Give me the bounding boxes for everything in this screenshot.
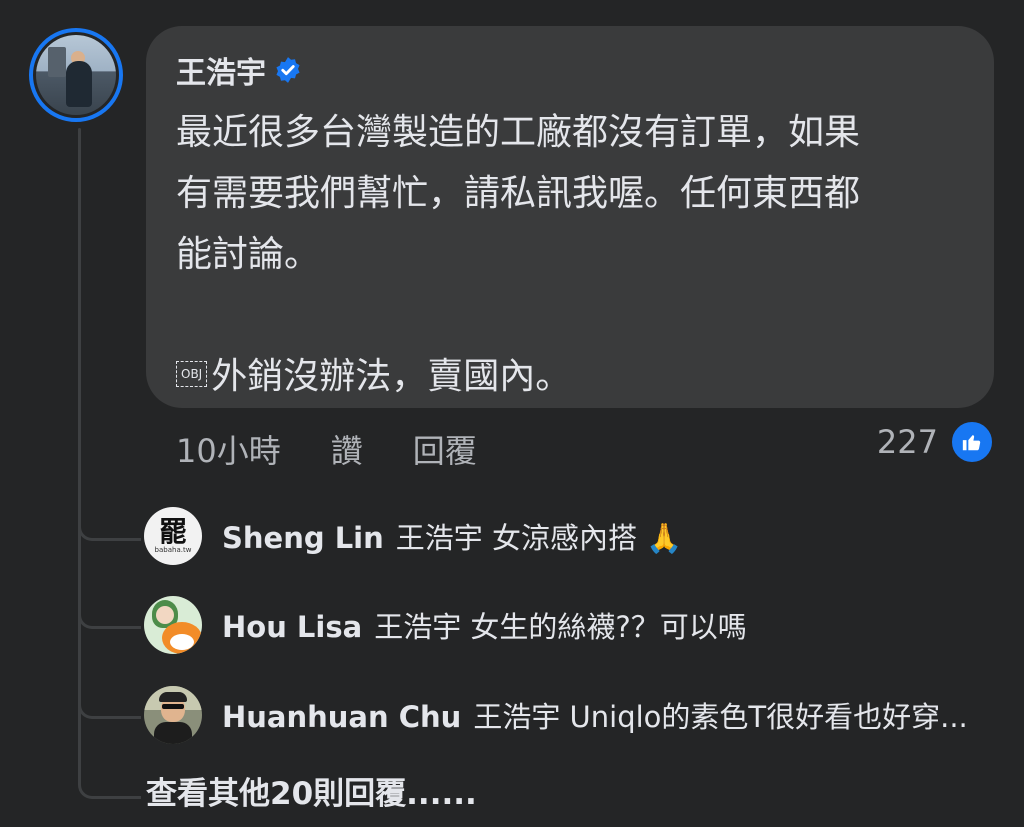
object-placeholder-icon: OBJ [176, 361, 208, 387]
reply-avatar[interactable] [144, 686, 202, 744]
reply-avatar-caption: babaha.tw [154, 546, 192, 554]
reply-item: Huanhuan Chu 王浩宇 Uniqlo的素色T很好看也好穿... [144, 686, 968, 744]
verified-badge-icon [274, 56, 302, 84]
reply-text: 王浩宇 女生的絲襪?？可以嗎 [374, 610, 747, 644]
comment-actions: 10小時 讚 回覆 [176, 426, 477, 472]
reply-avatar-logo: 罷 [158, 515, 187, 548]
reply-author[interactable]: Sheng Lin [222, 521, 384, 555]
comment-author[interactable]: 王浩宇 [176, 48, 266, 92]
thread-branch [78, 598, 141, 629]
thread-line [78, 128, 81, 778]
reply-author[interactable]: Huanhuan Chu [222, 700, 461, 734]
author-avatar[interactable] [29, 28, 123, 122]
reply-item: 罷 babaha.tw Sheng Lin 王浩宇 女涼感內搭 🙏 [144, 507, 682, 565]
author-avatar-photo [36, 35, 116, 115]
thread-branch [78, 688, 141, 719]
reply-item: Hou Lisa 王浩宇 女生的絲襪?？可以嗎 [144, 596, 747, 654]
comment-timestamp: 10小時 [176, 432, 281, 470]
reply-button[interactable]: 回覆 [413, 426, 477, 472]
thread-branch [78, 768, 141, 799]
view-more-replies-link[interactable]: 查看其他20則回覆...... [146, 768, 477, 813]
comment-bubble: 王浩宇 最近很多台灣製造的工廠都沒有訂單，如果 有需要我們幫忙，請私訊我喔。任何東… [146, 26, 994, 408]
reaction-summary[interactable]: 227 [877, 420, 994, 464]
reaction-count: 227 [876, 423, 938, 461]
reply-avatar[interactable] [144, 596, 202, 654]
reply-text: 王浩宇 女涼感內搭 🙏 [395, 521, 683, 555]
thumbs-up-icon [950, 420, 994, 464]
reply-author[interactable]: Hou Lisa [222, 610, 362, 644]
thread-branch [78, 510, 141, 541]
reply-text: 王浩宇 Uniqlo的素色T很好看也好穿... [473, 700, 968, 734]
like-button[interactable]: 讚 [331, 426, 363, 472]
comment-text: 最近很多台灣製造的工廠都沒有訂單，如果 有需要我們幫忙，請私訊我喔。任何東西都 能討… [176, 112, 861, 397]
reply-avatar[interactable]: 罷 babaha.tw [144, 507, 202, 565]
